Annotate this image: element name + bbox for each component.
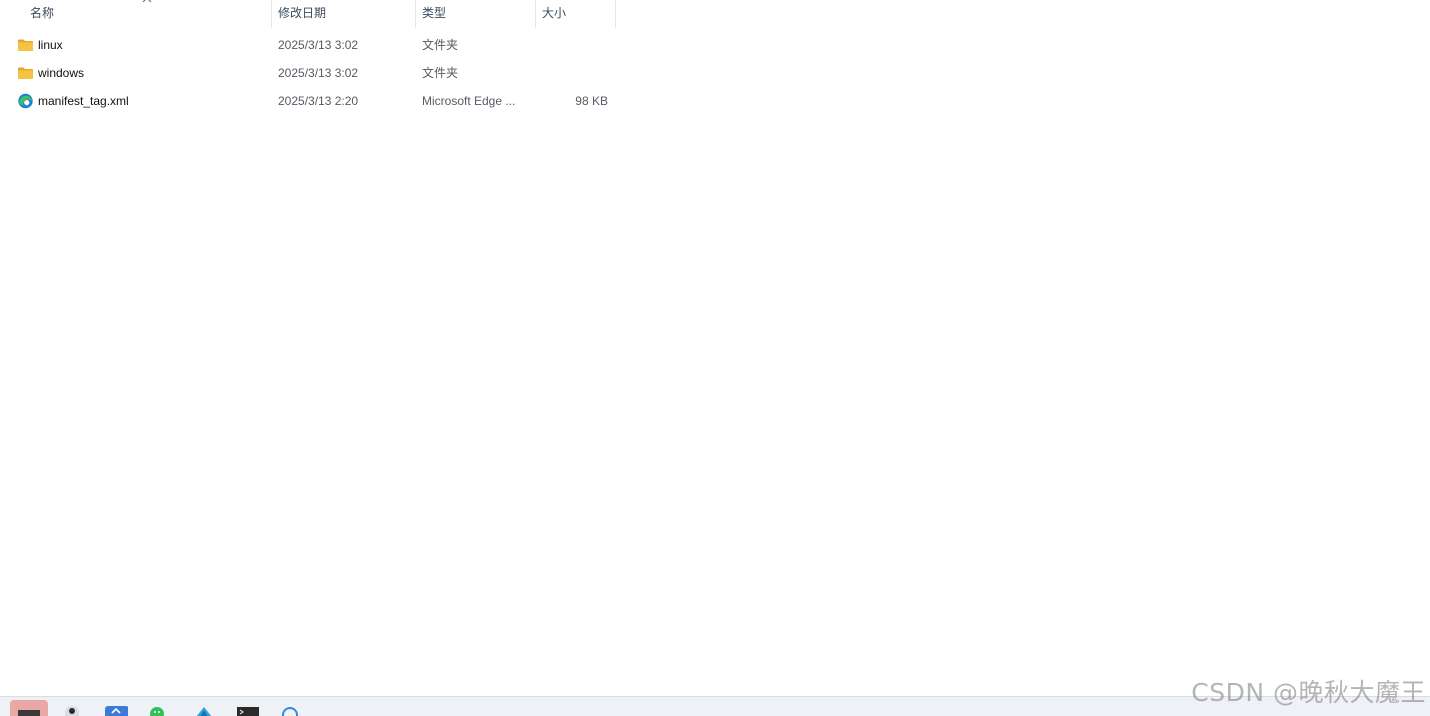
console-icon[interactable] xyxy=(236,701,260,716)
file-name: linux xyxy=(38,38,63,52)
browser-icon[interactable] xyxy=(278,701,302,716)
file-name: windows xyxy=(38,66,85,80)
taskbar-active-app[interactable] xyxy=(10,700,48,716)
column-header-size[interactable]: 大小 xyxy=(536,0,616,28)
file-size: 98 KB xyxy=(575,94,608,108)
avatar-app-icon[interactable] xyxy=(60,701,84,716)
file-type: 文件夹 xyxy=(422,66,459,80)
file-name: manifest_tag.xml xyxy=(38,94,129,108)
file-date-modified: 2025/3/13 3:02 xyxy=(278,66,359,80)
file-size xyxy=(536,59,608,87)
file-list: linux 2025/3/13 3:02 文件夹 windows 2025/3/… xyxy=(0,31,616,115)
file-row-manifest-tag-xml[interactable]: manifest_tag.xml 2025/3/13 2:20 Microsof… xyxy=(0,87,616,115)
column-header-type[interactable]: 类型 xyxy=(416,0,536,28)
wechat-icon[interactable] xyxy=(145,701,169,716)
file-date-modified: 2025/3/13 3:02 xyxy=(278,38,359,52)
column-header-date-modified[interactable]: 修改日期 xyxy=(272,0,416,28)
file-row-windows[interactable]: windows 2025/3/13 3:02 文件夹 xyxy=(0,59,616,87)
edge-icon xyxy=(18,93,33,109)
blue-app-icon[interactable] xyxy=(104,701,128,716)
vscode-icon[interactable] xyxy=(192,701,216,716)
file-size xyxy=(536,31,608,59)
watermark-text: CSDN @晚秋大魔王 xyxy=(1191,678,1426,707)
file-type: 文件夹 xyxy=(422,38,459,52)
column-header-row: 名称 修改日期 类型 大小 xyxy=(0,0,616,28)
column-header-name[interactable]: 名称 xyxy=(24,0,272,28)
terminal-app-icon xyxy=(18,710,40,716)
file-explorer-window: 名称 修改日期 类型 大小 linux 2025/3/13 3:02 文件夹 w… xyxy=(0,0,1430,716)
folder-icon xyxy=(18,39,33,51)
folder-icon xyxy=(18,67,33,79)
file-date-modified: 2025/3/13 2:20 xyxy=(278,94,359,108)
file-type: Microsoft Edge ... xyxy=(422,94,516,108)
file-row-linux[interactable]: linux 2025/3/13 3:02 文件夹 xyxy=(0,31,616,59)
